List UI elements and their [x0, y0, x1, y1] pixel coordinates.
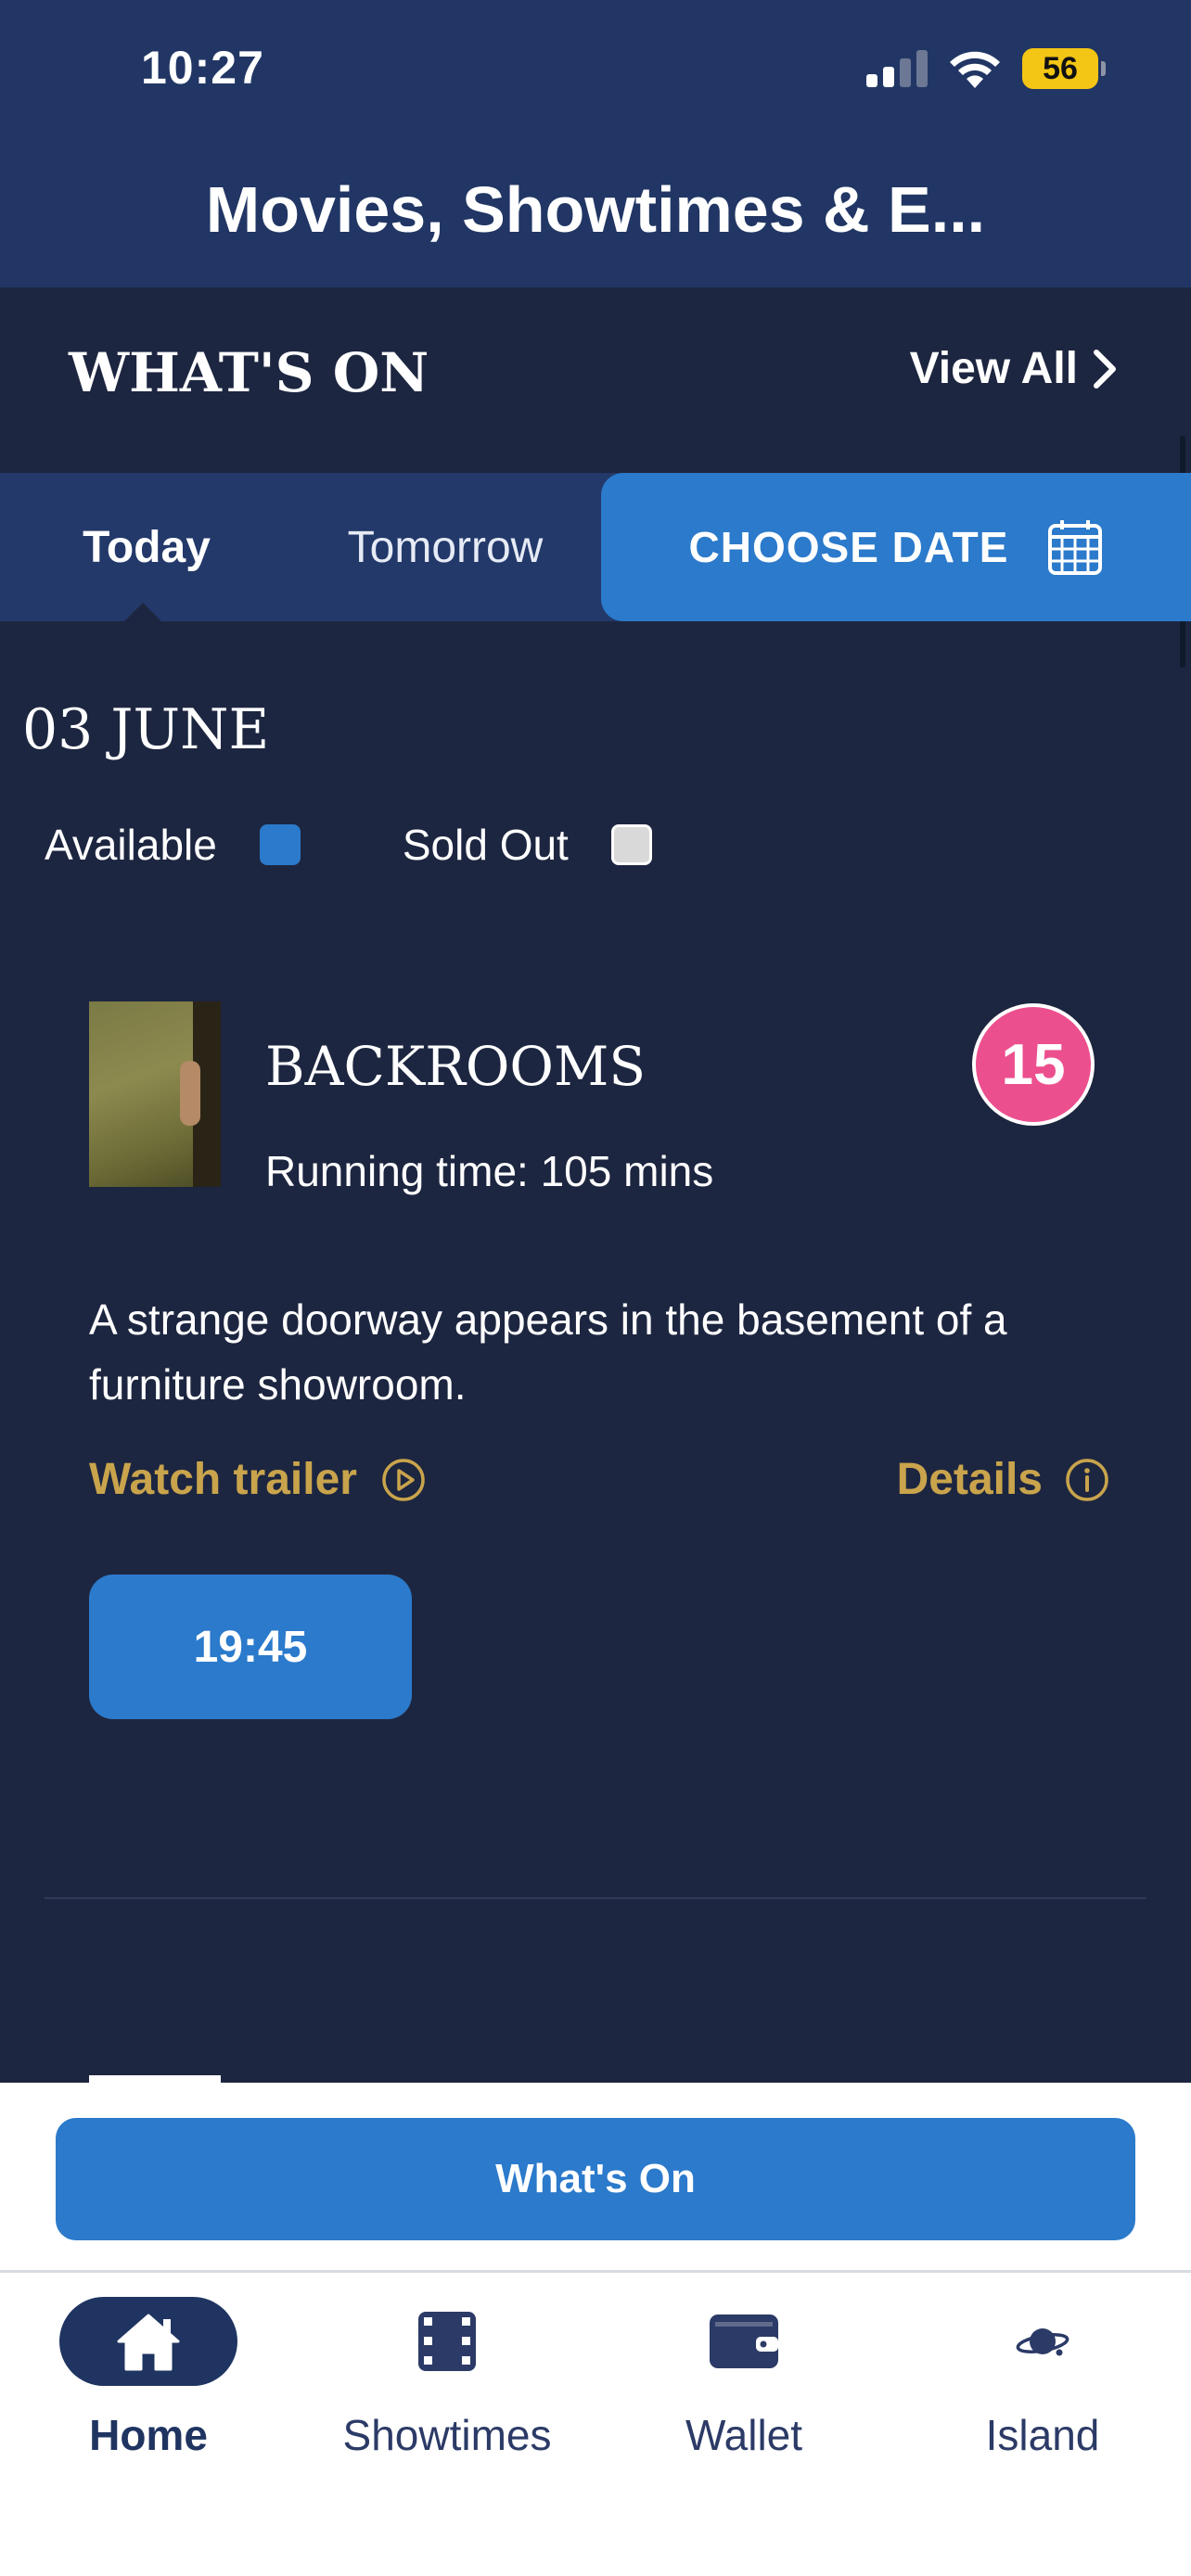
whats-on-button[interactable]: What's On — [56, 2118, 1135, 2240]
nav-item-home[interactable]: Home — [0, 2273, 297, 2460]
battery-icon: 56 — [1022, 48, 1106, 89]
view-all-link[interactable]: View All — [910, 343, 1117, 394]
choose-date-label: CHOOSE DATE — [688, 523, 1009, 571]
bottom-bar: What's On Home Showtimes Wallet Island — [0, 2083, 1191, 2576]
watch-trailer-link[interactable]: Watch trailer — [89, 1454, 426, 1505]
chevron-right-icon — [1094, 349, 1116, 389]
movie-poster[interactable] — [89, 1001, 221, 1187]
details-label: Details — [896, 1455, 1043, 1504]
next-movie-poster — [89, 2075, 221, 2083]
view-all-label: View All — [909, 344, 1078, 393]
legend-available-swatch — [259, 824, 301, 865]
running-time: Running time: 105 mins — [265, 1147, 714, 1195]
movie-synopsis: A strange doorway appears in the basemen… — [89, 1295, 1007, 1409]
legend-sold-out-swatch — [610, 824, 652, 865]
cellular-signal-icon — [866, 50, 928, 87]
watch-trailer-label: Watch trailer — [89, 1455, 357, 1504]
calendar-icon — [1048, 520, 1103, 575]
nav-item-showtimes[interactable]: Showtimes — [299, 2273, 596, 2460]
bottom-nav: Home Showtimes Wallet Island — [0, 2273, 1191, 2576]
film-icon — [418, 2312, 476, 2371]
wallet-icon — [710, 2315, 778, 2368]
date-tabs: Today Tomorrow CHOOSE DATE — [0, 473, 1191, 623]
date-heading: 03 JUNE — [22, 697, 270, 762]
showtime-button[interactable]: 19:45 — [89, 1575, 412, 1719]
details-link[interactable]: Details — [897, 1454, 1109, 1505]
page-title: Movies, Showtimes & E... — [205, 173, 986, 246]
home-icon — [117, 2314, 180, 2371]
nav-item-island[interactable]: Island — [894, 2273, 1191, 2460]
tab-selected-indicator — [122, 603, 163, 623]
section-title: WHAT'S ON — [69, 341, 429, 404]
nav-showtimes-label: Showtimes — [342, 2411, 552, 2459]
nav-island-label: Island — [985, 2411, 1100, 2459]
status-time: 10:27 — [141, 42, 264, 94]
status-bar: 10:27 56 — [0, 0, 1191, 139]
choose-date-button[interactable]: CHOOSE DATE — [601, 473, 1191, 621]
play-circle-icon — [382, 1458, 425, 1501]
section-header: WHAT'S ON View All — [0, 287, 1191, 473]
age-rating-badge: 15 — [972, 1003, 1095, 1126]
status-icons: 56 — [866, 45, 1106, 93]
tab-tomorrow[interactable]: Tomorrow — [325, 473, 566, 621]
movie-title[interactable]: BACKROOMS — [265, 1035, 646, 1098]
nav-home-label: Home — [89, 2411, 208, 2459]
app-bar: Movies, Showtimes & E... — [0, 139, 1191, 287]
wifi-icon — [950, 51, 1000, 88]
nav-wallet-label: Wallet — [685, 2411, 803, 2459]
divider — [45, 1897, 1146, 1899]
legend-sold-out-label: Sold Out — [402, 821, 569, 869]
info-circle-icon — [1066, 1458, 1108, 1501]
legend-available-label: Available — [45, 821, 217, 869]
availability-legend: Available Sold Out — [45, 820, 652, 870]
tab-today[interactable]: Today — [37, 473, 256, 621]
nav-item-wallet[interactable]: Wallet — [596, 2273, 892, 2460]
globe-orbit-icon — [1016, 2328, 1069, 2356]
